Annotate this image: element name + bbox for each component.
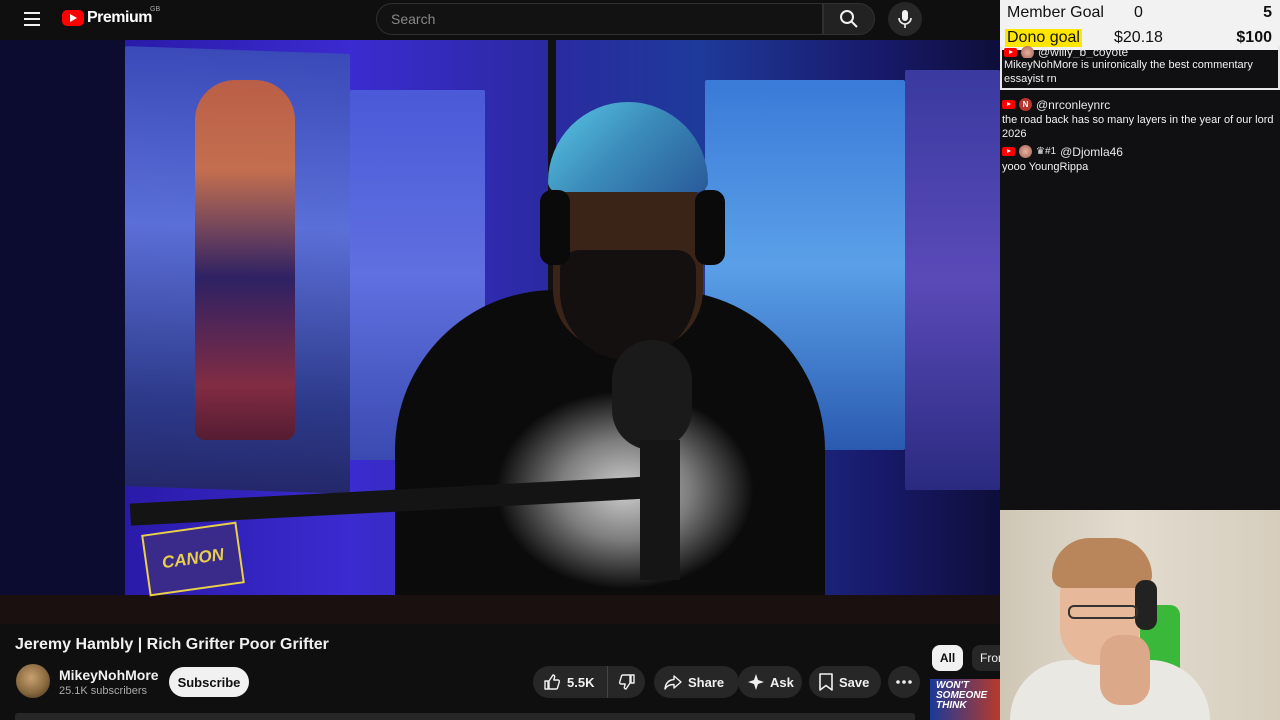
streamer-glasses — [1068, 605, 1138, 619]
member-goal-current: 0 — [1134, 4, 1143, 21]
youtube-badge-icon — [1004, 47, 1017, 57]
chat-text: MikeyNohMore is unironically the best co… — [1004, 59, 1253, 85]
share-button[interactable]: Share — [654, 666, 739, 698]
member-goal-target: 5 — [1263, 4, 1272, 21]
recommended-video-thumbnail[interactable]: WON'T SOMEONE THINK — [930, 679, 1000, 720]
wall-poster — [905, 70, 1000, 490]
chat-username: @willy_b_coyote — [1038, 46, 1129, 58]
search-input[interactable]: Search — [376, 3, 823, 35]
chat-text: the road back has so many layers in the … — [1002, 114, 1274, 140]
youtube-play-icon — [62, 10, 84, 26]
save-button[interactable]: Save — [809, 666, 881, 698]
desk — [0, 595, 1000, 624]
chat-message: ♛#1 @Djomla46 yooo YoungRippa — [1000, 143, 1280, 176]
dono-goal-current: $20.18 — [1114, 29, 1163, 46]
dislike-button[interactable] — [608, 666, 645, 698]
canon-badge: CANON — [141, 521, 245, 597]
subscriber-count: 25.1K subscribers — [59, 685, 148, 697]
more-actions-button[interactable] — [888, 666, 920, 698]
chat-avatar: N — [1019, 98, 1032, 111]
subscribe-button[interactable]: Subscribe — [169, 667, 249, 697]
youtube-premium-logo[interactable]: Premium — [62, 9, 152, 27]
page: Premium GB Search CANON Jeremy Hambly | … — [0, 0, 1280, 720]
headphone-left — [540, 190, 570, 265]
chat-username: @Djomla46 — [1060, 144, 1123, 159]
chip-from[interactable]: From — [972, 645, 1000, 671]
microphone-icon — [898, 10, 912, 28]
chat-username: @nrconleynrc — [1036, 97, 1111, 112]
member-goal-label: Member Goal — [1007, 4, 1104, 21]
dono-goal-label: Dono goal — [1005, 29, 1082, 47]
region-code: GB — [150, 6, 161, 13]
ask-button[interactable]: Ask — [738, 666, 802, 698]
poster-superhero — [195, 80, 295, 440]
chat-header: @willy_b_coyote — [1004, 46, 1274, 58]
video-player[interactable]: CANON — [0, 40, 1000, 624]
chat-avatar — [1021, 46, 1034, 58]
search-placeholder: Search — [391, 11, 436, 27]
bookmark-icon — [819, 673, 833, 691]
thumbnail-text: WON'T SOMEONE THINK — [936, 680, 988, 711]
streamer-hair — [1052, 538, 1152, 588]
ask-label: Ask — [770, 674, 794, 690]
headphone-right — [695, 190, 725, 265]
webcam-overlay — [1000, 510, 1280, 720]
chat-text: yooo YoungRippa — [1002, 161, 1089, 173]
chip-all[interactable]: All — [932, 645, 963, 671]
stream-goals-widget: Member Goal 0 5 Dono goal $20.18 $100 — [1000, 0, 1280, 50]
chat-avatar — [1019, 145, 1032, 158]
chat-overlay: @willy_b_coyote MikeyNohMore is unironic… — [1000, 46, 1280, 176]
share-label: Share — [688, 674, 725, 690]
logo-text: Premium — [87, 9, 152, 26]
dono-goal-target: $100 — [1236, 29, 1272, 46]
streamer-headset — [1135, 580, 1157, 630]
member-rank: #1 — [1044, 145, 1057, 157]
mic-stem — [640, 440, 680, 580]
chat-header: N @nrconleynrc — [1002, 96, 1276, 113]
thumbs-down-icon — [618, 674, 635, 690]
youtube-badge-icon — [1002, 100, 1015, 109]
save-label: Save — [839, 674, 870, 690]
search-icon — [840, 10, 858, 28]
streamer-hand — [1100, 635, 1150, 705]
video-title: Jeremy Hambly | Rich Grifter Poor Grifte… — [15, 636, 329, 653]
search-button[interactable] — [823, 3, 875, 35]
member-goal-row: Member Goal 0 5 — [1000, 1, 1280, 26]
masthead: Premium GB Search — [0, 0, 1000, 40]
sparkle-icon — [748, 674, 764, 690]
channel-name[interactable]: MikeyNohMore — [59, 667, 159, 683]
crown-member-badge: ♛#1 — [1036, 145, 1057, 157]
like-button[interactable]: 5.5K — [533, 666, 608, 698]
microphone — [612, 340, 692, 450]
chat-message: @willy_b_coyote MikeyNohMore is unironic… — [1000, 46, 1280, 90]
backdrop-wall — [0, 40, 125, 624]
menu-icon[interactable] — [20, 8, 44, 30]
chat-header: ♛#1 @Djomla46 — [1002, 143, 1276, 160]
share-icon — [664, 675, 682, 690]
more-horizontal-icon — [896, 680, 912, 684]
chat-message: N @nrconleynrc the road back has so many… — [1000, 96, 1280, 143]
thumbs-up-icon — [544, 674, 561, 690]
comment-area-bar — [15, 713, 915, 720]
channel-avatar[interactable] — [16, 664, 50, 698]
youtube-badge-icon — [1002, 147, 1015, 156]
like-count: 5.5K — [567, 674, 595, 690]
canon-badge-text: CANON — [160, 544, 226, 573]
voice-search-button[interactable] — [888, 2, 922, 36]
like-dislike-group: 5.5K — [533, 666, 645, 698]
